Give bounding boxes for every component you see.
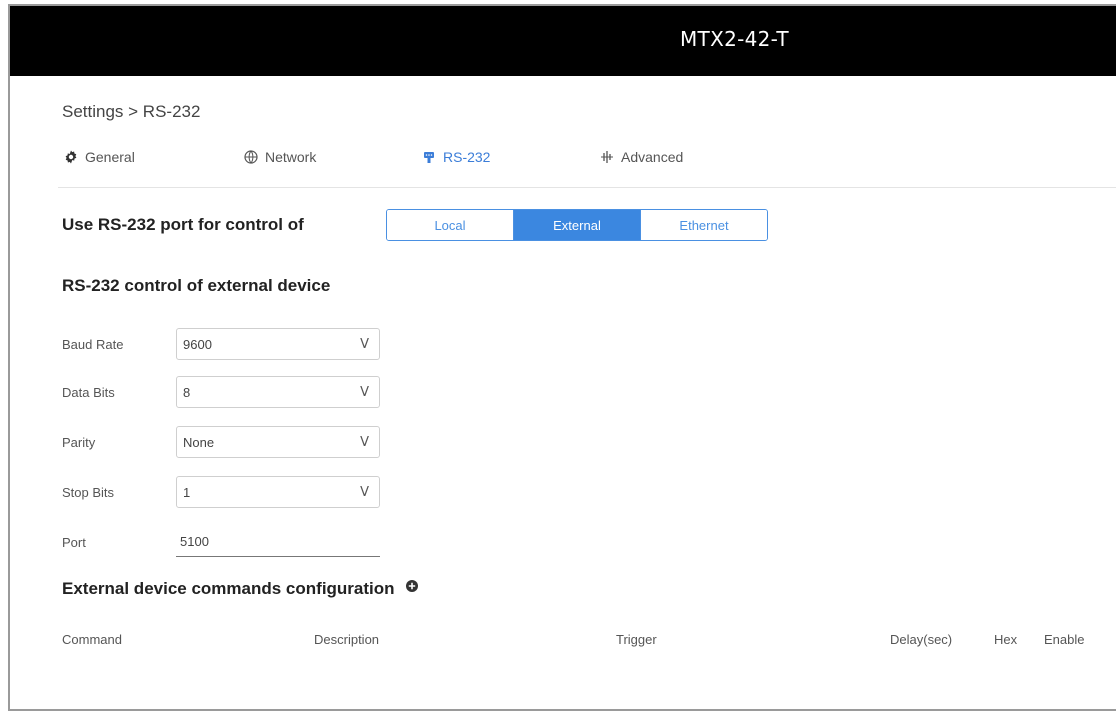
gear-icon xyxy=(64,150,78,164)
data-bits-label: Data Bits xyxy=(62,384,115,400)
section-title-external: RS-232 control of external device xyxy=(62,276,331,295)
data-bits-row: Data Bits 8 V xyxy=(62,375,380,409)
rs232-icon xyxy=(422,150,436,164)
stop-bits-select[interactable]: 1 V xyxy=(176,476,380,508)
tab-label: Network xyxy=(265,149,317,165)
baud-rate-select[interactable]: 9600 V xyxy=(176,328,380,360)
chevron-down-icon: V xyxy=(360,336,369,352)
parity-label: Parity xyxy=(62,434,96,450)
parity-row: Parity None V xyxy=(62,425,380,459)
baud-rate-row: Baud Rate 9600 V xyxy=(62,327,380,361)
app-frame: MTX2-42-T Settings > RS-232 General Netw… xyxy=(8,4,1116,711)
chevron-down-icon: V xyxy=(360,434,369,450)
chevron-down-icon: V xyxy=(360,384,369,400)
baud-rate-label: Baud Rate xyxy=(62,336,124,352)
stop-bits-label: Stop Bits xyxy=(62,484,115,500)
tab-bar: General Network RS-232 Advanced xyxy=(58,149,1116,188)
chevron-down-icon: V xyxy=(360,484,369,500)
tab-advanced[interactable]: Advanced xyxy=(600,149,683,165)
breadcrumb: Settings > RS-232 xyxy=(62,102,201,121)
tab-rs232[interactable]: RS-232 xyxy=(422,149,490,165)
column-header-hex: Hex xyxy=(994,632,1018,647)
data-bits-value: 8 xyxy=(183,384,191,400)
tab-label: General xyxy=(85,149,135,165)
tab-general[interactable]: General xyxy=(64,149,135,165)
control-mode-selector: Local External Ethernet xyxy=(386,209,768,241)
column-header-description: Description xyxy=(314,632,380,647)
tab-label: RS-232 xyxy=(443,149,491,165)
stop-bits-value: 1 xyxy=(183,484,191,500)
data-bits-select[interactable]: 8 V xyxy=(176,376,380,408)
segment-ethernet[interactable]: Ethernet xyxy=(641,210,767,240)
commands-title: External device commands configuration xyxy=(62,579,395,598)
network-icon xyxy=(244,150,258,164)
column-header-enable: Enable xyxy=(1044,632,1085,647)
title-bar: MTX2-42-T xyxy=(10,6,1116,76)
column-header-delay: Delay(sec) xyxy=(890,632,953,647)
tab-network[interactable]: Network xyxy=(244,149,316,165)
column-header-trigger: Trigger xyxy=(616,632,657,647)
control-mode-label: Use RS-232 port for control of xyxy=(62,215,304,234)
segment-local[interactable]: Local xyxy=(387,210,514,240)
stop-bits-row: Stop Bits 1 V xyxy=(62,475,380,509)
port-input[interactable] xyxy=(176,527,380,557)
baud-rate-value: 9600 xyxy=(183,336,212,352)
device-title: MTX2-42-T xyxy=(680,27,789,51)
tab-label: Advanced xyxy=(621,149,684,165)
parity-value: None xyxy=(183,434,215,450)
parity-select[interactable]: None V xyxy=(176,426,380,458)
section-title-commands: External device commands configuration xyxy=(62,579,419,599)
column-header-command: Command xyxy=(62,632,122,647)
add-command-icon[interactable] xyxy=(405,578,419,598)
port-row: Port xyxy=(62,525,380,559)
segment-external[interactable]: External xyxy=(514,210,641,240)
advanced-icon xyxy=(600,150,614,164)
port-label: Port xyxy=(62,534,86,550)
